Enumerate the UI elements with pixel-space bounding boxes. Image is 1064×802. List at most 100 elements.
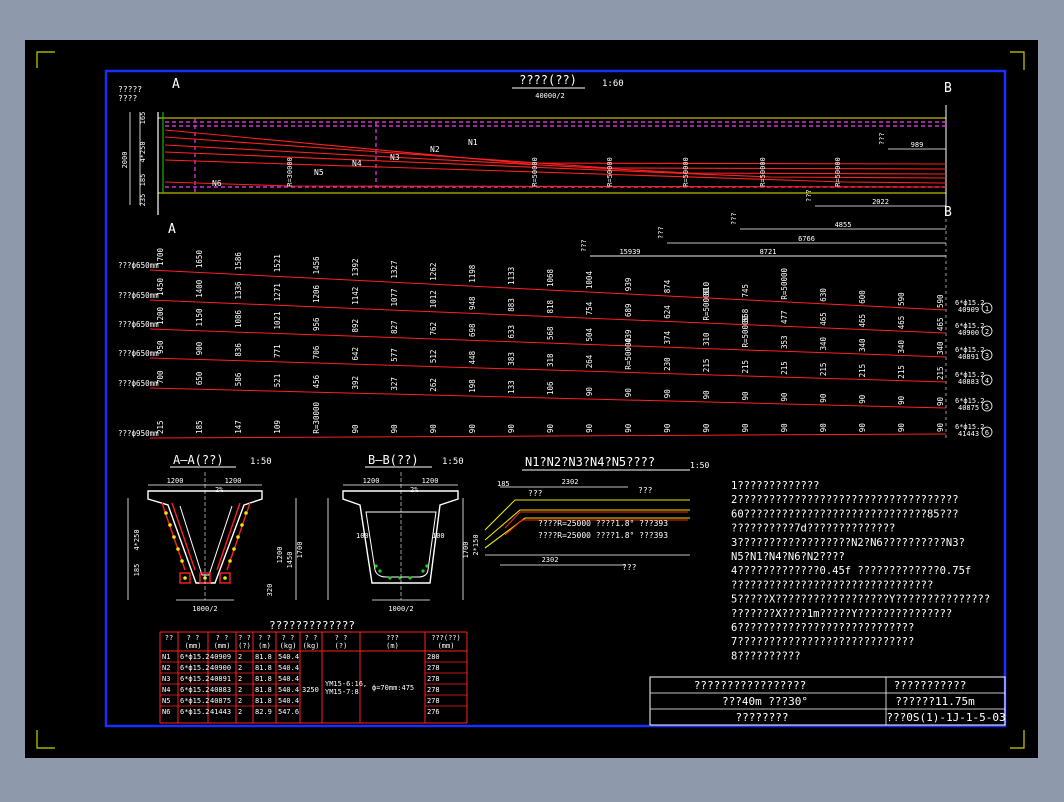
table-header-cell: (?) — [335, 642, 348, 650]
ordinate-value: 90 — [741, 423, 750, 433]
ordinate-value: 215 — [936, 366, 945, 380]
table-header-cell: ??? — [386, 634, 399, 642]
table-cell: N3 — [162, 675, 170, 683]
section-marker-a-bottom[interactable]: A — [168, 222, 176, 237]
ordinate-value: 90 — [663, 389, 672, 399]
note-line: N5?N1?N4?N6?N2???? — [731, 551, 845, 563]
ordinate-value: 762 — [429, 322, 438, 336]
tendon-length: 40875 — [958, 404, 979, 412]
ordinate-value: 215 — [741, 360, 750, 374]
ordinate-value: 215 — [702, 359, 711, 373]
dimension-value: 2022 — [872, 198, 889, 206]
section-marker-b-top[interactable]: B — [944, 81, 952, 96]
note-line: ???????X????1m?????Y??????????????? — [731, 608, 952, 620]
ordinate-row-label: ???ф650mm — [118, 320, 159, 329]
ordinate-value: 465 — [936, 317, 945, 331]
table-header-cell: ? ? — [335, 634, 348, 642]
table-cell: 6*ф15.2 — [180, 697, 210, 705]
drawing-canvas[interactable]: ????(??) 1:60 40000/2 A A B B ????? ????… — [0, 0, 1064, 798]
table-header-cell: (mm) — [185, 642, 202, 650]
svg-text:4*250: 4*250 — [139, 141, 147, 162]
svg-text:100: 100 — [356, 532, 369, 540]
ordinate-value: R=50000 — [741, 315, 750, 347]
table-cell: 540.4 — [278, 664, 299, 672]
tendon-length: 40883 — [958, 378, 979, 386]
svg-text:????: ???? — [118, 94, 137, 103]
note-line: 60?????????????????????????????85??? — [731, 508, 959, 520]
table-cell: 81.8 — [255, 675, 272, 683]
ordinate-value: 948 — [468, 296, 477, 310]
section-marker-a-top[interactable]: A — [172, 77, 180, 92]
table-cell: 40909 — [210, 653, 231, 661]
svg-text:1000/2: 1000/2 — [388, 605, 413, 613]
ordinate-value: 327 — [390, 377, 399, 391]
svg-text:???: ??? — [622, 563, 637, 572]
svg-text:???: ??? — [528, 489, 543, 498]
tendon-id: 4 — [985, 377, 989, 385]
ordinate-value: 1456 — [312, 256, 321, 275]
ordinate-value: 340 — [897, 339, 906, 353]
tendon-id: 2 — [985, 328, 989, 336]
ordinate-value: 230 — [663, 357, 672, 371]
ordinate-value: 642 — [351, 347, 360, 361]
ordinate-value: 477 — [780, 310, 789, 324]
ordinate-row-label: ???ф650mm — [118, 379, 159, 388]
ordinate-value: 630 — [819, 288, 828, 302]
table-cell: 2 — [238, 675, 242, 683]
table-header-cell: (kg) — [303, 642, 320, 650]
ordinate-value: 215 — [156, 420, 165, 434]
ordinate-value: 900 — [195, 341, 204, 355]
dimension-note: ??? — [730, 212, 738, 225]
section-bb-title: B—B(??) — [368, 453, 419, 467]
table-header-cell: (mm) — [214, 642, 231, 650]
elevation-span: 40000/2 — [535, 92, 565, 100]
svg-text:2%: 2% — [215, 486, 224, 494]
ordinate-value: R=50000 — [702, 288, 711, 320]
note-line: 3??????????????????N2?N6??????????N3? — [731, 537, 965, 549]
svg-text:1:50: 1:50 — [250, 457, 272, 467]
table-cell-anchor: YM15-6:16, — [325, 680, 367, 688]
table-header-cell: ?? — [165, 634, 173, 642]
tendon-label: N5 — [314, 168, 324, 177]
tendon-label: N3 — [390, 153, 400, 162]
ordinate-value: 1142 — [351, 287, 360, 305]
table-cell: 278 — [427, 675, 440, 683]
ordinate-value: 465 — [858, 314, 867, 328]
dimension-note: ??? — [878, 132, 886, 145]
section-aa-title: A—A(??) — [173, 453, 224, 467]
ordinate-value: 836 — [234, 343, 243, 357]
dimension-value: 15939 — [619, 248, 640, 256]
tendon-length: 41443 — [958, 430, 979, 438]
table-cell: 278 — [427, 664, 440, 672]
svg-text:2302: 2302 — [562, 478, 579, 486]
table-cell: 81.8 — [255, 653, 272, 661]
table-header-cell: (m) — [258, 642, 271, 650]
ordinate-value: 698 — [468, 323, 477, 337]
left-note: ????? — [118, 85, 142, 94]
svg-text:1200: 1200 — [422, 477, 439, 485]
section-marker-b-bottom[interactable]: B — [944, 205, 952, 220]
svg-text:1200: 1200 — [276, 547, 284, 564]
table-cell: 40900 — [210, 664, 231, 672]
dimension-note: ??? — [805, 189, 813, 202]
ordinate-value: 264 — [585, 354, 594, 368]
table-cell-duct: ф=70mm:475 — [372, 684, 414, 692]
drawing-number[interactable]: ???0S(1)-1J-1-5-03 — [886, 711, 1005, 724]
ordinate-row-label: ???ф650mm — [118, 261, 159, 270]
table-cell: 2 — [238, 708, 242, 716]
table-cell: 2 — [238, 664, 242, 672]
ordinate-row-label: ???ф650mm — [118, 349, 159, 358]
ordinate-value: 147 — [234, 420, 243, 434]
table-header-cell: ? ? — [282, 634, 295, 642]
table-cell: 6*ф15.2 — [180, 708, 210, 716]
ordinate-value: 90 — [858, 423, 867, 433]
table-cell: 2 — [238, 653, 242, 661]
note-line: 6???????????????????????????? — [731, 622, 914, 634]
note-line: 2??????????????????????????????????? — [731, 494, 959, 506]
tendon-id: 6 — [985, 429, 989, 437]
ordinate-value: 1021 — [273, 311, 282, 329]
ordinate-value: 448 — [468, 350, 477, 364]
tendon-id: 5 — [985, 403, 989, 411]
dimension-note: ??? — [580, 239, 588, 252]
ordinate-value: 318 — [546, 353, 555, 367]
